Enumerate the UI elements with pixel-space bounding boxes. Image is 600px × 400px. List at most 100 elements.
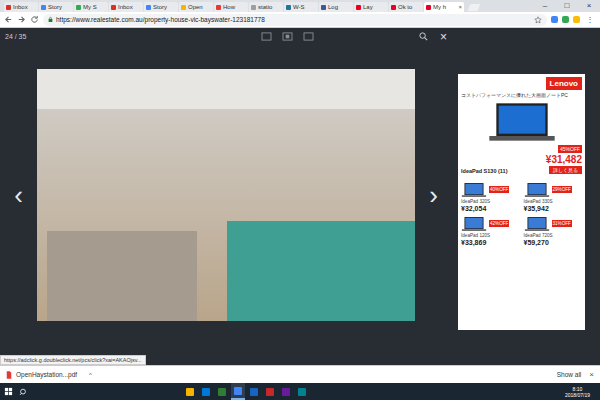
taskbar-app-button[interactable] <box>231 383 245 400</box>
browser-tab[interactable]: Inbox <box>109 2 143 12</box>
photo-stage: ‹ › <box>0 45 455 365</box>
grid-view-icon[interactable] <box>261 32 272 41</box>
browser-window: Inbox Story My S Inbox Story Open How st… <box>0 0 600 400</box>
product-price: ¥35,942 <box>524 205 583 212</box>
tab-label: Open <box>188 4 211 10</box>
product-card[interactable]: 31%OFF IdeaPad 720S ¥59,270 <box>524 216 583 246</box>
taskbar-app-button[interactable] <box>263 383 277 400</box>
toolbar: https://www.realestate.com.au/property-h… <box>0 12 600 28</box>
photo-gallery: 24 / 35 × ‹ › Lenovo コストパフォーマンスに優れた大画面ノー… <box>0 28 600 365</box>
zoom-icon[interactable] <box>419 32 428 41</box>
browser-tab[interactable]: Story <box>144 2 178 12</box>
ad-product-row: IdeaPad S130 (11) 45%OFF ¥31,482 詳しく見る <box>461 145 582 174</box>
details-button[interactable]: 詳しく見る <box>549 166 582 174</box>
discount-badge: 31%OFF <box>552 220 572 227</box>
laptop-icon <box>461 216 487 232</box>
ad-header: Lenovo <box>461 77 582 90</box>
taskbar-app-button[interactable] <box>199 383 213 400</box>
photo-counter: 24 / 35 <box>5 33 26 40</box>
window-control-button[interactable]: – <box>534 0 556 12</box>
tab-label: statio <box>258 4 281 10</box>
taskbar-app-button[interactable] <box>183 383 197 400</box>
windows-start-icon[interactable] <box>4 387 13 396</box>
reload-icon[interactable] <box>30 15 39 24</box>
download-menu-button[interactable]: ^ <box>89 372 92 378</box>
app-icon <box>218 388 226 396</box>
clock-time: 8:10 <box>573 386 583 392</box>
floorplan-icon[interactable] <box>282 32 293 41</box>
tab-label: Inbox <box>118 4 141 10</box>
download-file-name: OpenHaystation...pdf <box>16 371 77 378</box>
browser-menu-button[interactable]: ⋮ <box>584 15 596 24</box>
browser-tab[interactable]: Inbox <box>4 2 38 12</box>
download-item[interactable]: OpenHaystation...pdf ^ <box>6 371 92 379</box>
browser-tab[interactable]: statio <box>249 2 283 12</box>
show-all-button[interactable]: Show all <box>557 371 582 378</box>
gallery-close-button[interactable]: × <box>440 31 447 43</box>
extension-icon[interactable] <box>551 16 558 23</box>
product-card[interactable]: 40%OFF IdeaPad 320S ¥32,054 <box>461 182 520 212</box>
download-bar-close-button[interactable]: × <box>589 370 594 379</box>
next-photo-button[interactable]: › <box>415 182 452 208</box>
back-arrow-icon[interactable] <box>4 15 13 24</box>
forward-arrow-icon[interactable] <box>17 15 26 24</box>
favicon-icon <box>111 5 116 10</box>
taskbar: 8:10 2018/07/19 <box>0 383 600 400</box>
system-clock[interactable]: 8:10 2018/07/19 <box>565 386 596 398</box>
tab-close-button[interactable]: × <box>458 4 462 10</box>
laptop-icon <box>524 216 550 232</box>
extension-icon[interactable] <box>562 16 569 23</box>
favicon-icon <box>426 5 431 10</box>
product-price: ¥32,054 <box>461 205 520 212</box>
product-name: IdeaPad S130 (11) <box>461 168 507 174</box>
gallery-top-bar: 24 / 35 × <box>0 28 455 45</box>
browser-tab[interactable]: How <box>214 2 248 12</box>
browser-tab[interactable]: My S <box>74 2 108 12</box>
laptop-icon <box>524 182 550 198</box>
tab-label: Inbox <box>13 4 36 10</box>
gallery-actions: × <box>419 31 447 43</box>
favicon-icon <box>286 5 291 10</box>
taskbar-app-button[interactable] <box>247 383 261 400</box>
browser-tab[interactable]: My h × <box>424 2 464 12</box>
favicon-icon <box>6 5 11 10</box>
new-tab-button[interactable] <box>468 4 481 11</box>
taskbar-app-button[interactable] <box>279 383 293 400</box>
taskbar-apps <box>183 383 559 400</box>
discount-badge: 29%OFF <box>552 186 572 193</box>
product-card[interactable]: 29%OFF IdeaPad 330S ¥35,942 <box>524 182 583 212</box>
download-bar: OpenHaystation...pdf ^ Show all × <box>0 365 600 383</box>
tab-label: Lay <box>363 4 386 10</box>
address-bar[interactable]: https://www.realestate.com.au/property-h… <box>43 14 547 26</box>
browser-tab[interactable]: Lay <box>354 2 388 12</box>
app-icon <box>298 388 306 396</box>
extension-icon[interactable] <box>573 16 580 23</box>
tab-label: How <box>223 4 246 10</box>
price-box: 45%OFF ¥31,482 詳しく見る <box>546 145 582 174</box>
search-icon[interactable] <box>19 388 27 396</box>
favicon-icon <box>76 5 81 10</box>
app-icon <box>266 388 274 396</box>
taskbar-app-button[interactable] <box>295 383 309 400</box>
ad-headline: コストパフォーマンスに優れた大画面ノートPC <box>461 92 582 99</box>
product-card[interactable]: 42%OFF IdeaPad 120S ¥33,869 <box>461 216 520 246</box>
browser-tab[interactable]: Story <box>39 2 73 12</box>
browser-tab[interactable]: Ok to <box>389 2 423 12</box>
lenovo-ad[interactable]: Lenovo コストパフォーマンスに優れた大画面ノートPC IdeaPad S1… <box>458 74 585 330</box>
pdf-file-icon <box>6 371 12 379</box>
app-icon <box>234 387 242 395</box>
previous-photo-button[interactable]: ‹ <box>0 182 37 208</box>
app-icon <box>282 388 290 396</box>
tab-label: My h <box>433 4 456 10</box>
window-control-button[interactable]: □ <box>556 0 578 12</box>
bookmark-star-icon[interactable] <box>534 16 542 24</box>
taskbar-app-button[interactable] <box>215 383 229 400</box>
map-icon[interactable] <box>303 32 314 41</box>
browser-tab[interactable]: Open <box>179 2 213 12</box>
favicon-icon <box>251 5 256 10</box>
url-text: https://www.realestate.com.au/property-h… <box>56 16 531 23</box>
app-icon <box>186 388 194 396</box>
window-control-button[interactable]: × <box>578 0 600 12</box>
browser-tab[interactable]: W-S <box>284 2 318 12</box>
browser-tab[interactable]: Log <box>319 2 353 12</box>
